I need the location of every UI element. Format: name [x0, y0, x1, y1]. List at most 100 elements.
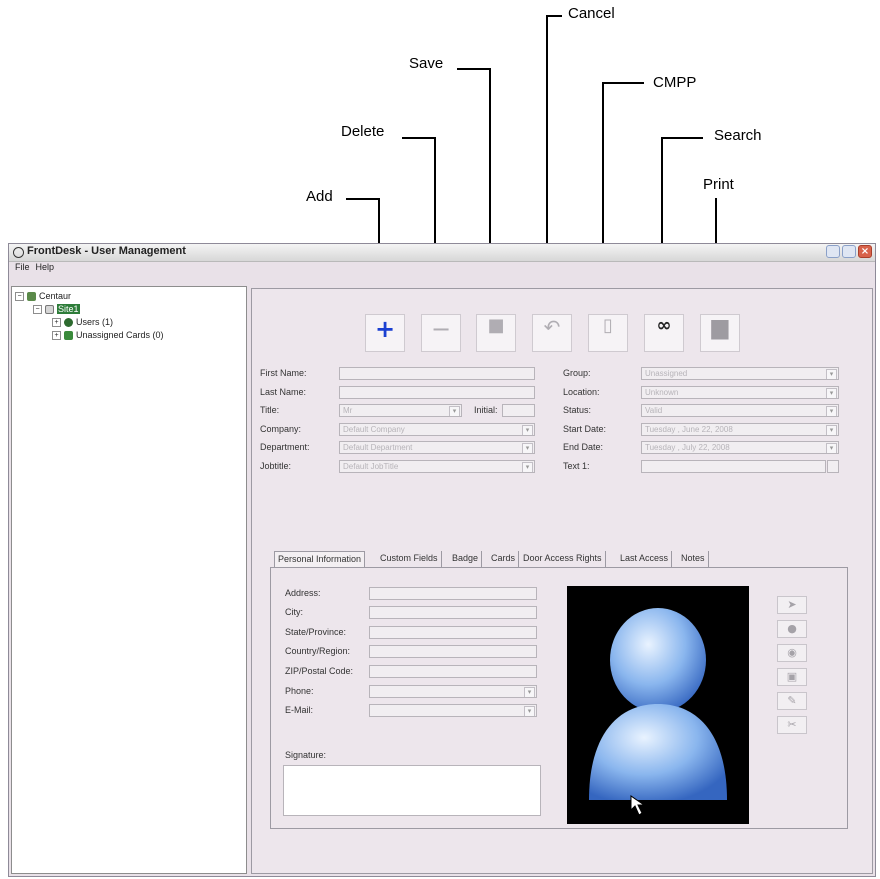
location-label: Location: — [563, 387, 600, 397]
country-field[interactable] — [369, 645, 537, 658]
callout-print: Print — [703, 176, 734, 193]
callout-save: Save — [409, 55, 444, 72]
tree-root-label: Centaur — [39, 291, 72, 301]
title-select[interactable]: Mr ▾ — [339, 404, 462, 417]
location-select[interactable]: Unknown ▾ — [641, 386, 839, 399]
menu-file[interactable]: File — [15, 262, 30, 272]
save-button[interactable]: ■ — [476, 314, 516, 352]
minimize-button[interactable] — [826, 245, 840, 258]
tab-custom-fields[interactable]: Custom Fields — [377, 551, 442, 567]
chevron-down-icon[interactable]: ▾ — [826, 443, 837, 453]
first-name-label: First Name: — [260, 368, 307, 378]
chevron-down-icon[interactable]: ▾ — [522, 443, 533, 453]
chevron-down-icon[interactable]: ▾ — [826, 425, 837, 435]
tree-node-unassigned[interactable]: + Unassigned Cards (0) — [52, 330, 164, 341]
tab-badge[interactable]: Badge — [449, 551, 483, 567]
city-field[interactable] — [369, 606, 537, 619]
company-label: Company: — [260, 424, 302, 434]
search-button[interactable]: ∞ — [644, 314, 684, 352]
chevron-down-icon[interactable]: ▾ — [449, 406, 460, 416]
tree-node-users[interactable]: + Users (1) — [52, 317, 113, 328]
address-field[interactable] — [369, 587, 537, 600]
department-select[interactable]: Default Department ▾ — [339, 441, 535, 454]
callout-delete: Delete — [341, 123, 385, 140]
zip-label: ZIP/Postal Code: — [285, 666, 354, 676]
phone-label: Phone: — [285, 686, 314, 696]
menu-help[interactable]: Help — [36, 262, 55, 272]
add-button[interactable]: + — [365, 314, 405, 352]
end-date-picker[interactable]: Tuesday , July 22, 2008 ▾ — [641, 441, 839, 454]
delete-button[interactable]: − — [421, 314, 461, 352]
city-label: City: — [285, 607, 303, 617]
camera-button[interactable]: ● — [777, 620, 807, 638]
signature-pad[interactable] — [283, 765, 541, 816]
maximize-button[interactable] — [842, 245, 856, 258]
text1-field[interactable] — [641, 460, 826, 473]
collapse-icon[interactable]: − — [33, 305, 42, 315]
text1-label: Text 1: — [563, 461, 590, 471]
text1-ellipsis-button[interactable] — [827, 460, 839, 473]
tree-unassigned-label: Unassigned Cards (0) — [76, 330, 164, 340]
edit-photo-button[interactable]: ✎ — [777, 692, 807, 710]
first-name-field[interactable] — [339, 367, 535, 380]
default-user-avatar-icon — [589, 608, 727, 816]
zip-field[interactable] — [369, 665, 537, 678]
start-date-picker[interactable]: Tuesday , June 22, 2008 ▾ — [641, 423, 839, 436]
cmpp-button[interactable]: ▯ — [588, 314, 628, 352]
print-button[interactable]: ▆ — [700, 314, 740, 352]
tab-cards[interactable]: Cards — [488, 551, 520, 567]
country-label: Country/Region: — [285, 646, 351, 656]
last-name-field[interactable] — [339, 386, 535, 399]
email-select[interactable]: ▾ — [369, 704, 537, 717]
chevron-down-icon[interactable]: ▾ — [522, 425, 533, 435]
status-label: Status: — [563, 405, 592, 415]
company-select[interactable]: Default Company ▾ — [339, 423, 535, 436]
end-date-value: Tuesday , July 22, 2008 — [645, 443, 730, 452]
window-title: FrontDesk - User Management — [27, 245, 186, 257]
callout-cmpp-leader-h — [602, 82, 644, 84]
tab-last-access[interactable]: Last Access — [617, 551, 673, 567]
state-field[interactable] — [369, 626, 537, 639]
tab-personal-information[interactable]: Personal Information — [274, 551, 366, 567]
chevron-down-icon[interactable]: ▾ — [826, 406, 837, 416]
callout-delete-leader-h — [402, 137, 435, 139]
paste-photo-button[interactable]: ➤ — [777, 596, 807, 614]
cancel-button[interactable]: ↶ — [532, 314, 572, 352]
app-window: FrontDesk - User Management × File Help −… — [8, 243, 876, 877]
department-label: Department: — [260, 442, 310, 452]
expand-icon[interactable]: + — [52, 331, 61, 341]
state-label: State/Province: — [285, 627, 347, 637]
collapse-icon[interactable]: − — [15, 292, 24, 302]
site-tree[interactable]: − Centaur − Site1 + Users (1) + Unassigned C… — [11, 286, 247, 874]
initial-field[interactable] — [502, 404, 535, 417]
chevron-down-icon[interactable]: ▾ — [826, 388, 837, 398]
tab-notes[interactable]: Notes — [678, 551, 709, 567]
jobtitle-label: Jobtitle: — [260, 461, 292, 471]
chevron-down-icon[interactable]: ▾ — [524, 687, 535, 697]
jobtitle-select[interactable]: Default JobTitle ▾ — [339, 460, 535, 473]
tab-door-access-rights[interactable]: Door Access Rights — [520, 551, 606, 567]
tree-node-site[interactable]: − Site1 — [33, 304, 80, 315]
phone-select[interactable]: ▾ — [369, 685, 537, 698]
last-name-label: Last Name: — [260, 387, 307, 397]
chevron-down-icon[interactable]: ▾ — [522, 462, 533, 472]
user-detail-panel: + − ■ ↶ ▯ ∞ ▆ First Name: Last Name: Tit… — [251, 288, 873, 874]
title-bar[interactable]: FrontDesk - User Management × — [9, 244, 875, 262]
crop-button[interactable]: ▣ — [777, 668, 807, 686]
status-select[interactable]: Valid ▾ — [641, 404, 839, 417]
callout-save-leader-h — [457, 68, 490, 70]
user-photo[interactable] — [567, 586, 749, 824]
location-value: Unknown — [645, 388, 679, 397]
close-button[interactable]: × — [858, 245, 872, 258]
email-label: E-Mail: — [285, 705, 314, 715]
callout-cancel-leader-v — [546, 15, 548, 282]
start-date-value: Tuesday , June 22, 2008 — [645, 425, 733, 434]
clear-photo-button[interactable]: ✂ — [777, 716, 807, 734]
capture-button[interactable]: ◉ — [777, 644, 807, 662]
chevron-down-icon[interactable]: ▾ — [524, 706, 535, 716]
group-select[interactable]: Unassigned ▾ — [641, 367, 839, 380]
tree-node-root[interactable]: − Centaur — [15, 291, 72, 302]
expand-icon[interactable]: + — [52, 318, 61, 328]
chevron-down-icon[interactable]: ▾ — [826, 369, 837, 379]
initial-label: Initial: — [474, 405, 498, 415]
